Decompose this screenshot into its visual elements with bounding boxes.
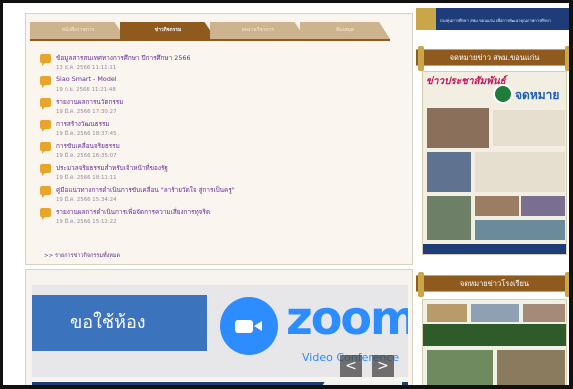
tab-activities[interactable]: ข่าวกิจกรรม bbox=[120, 22, 216, 39]
school-photo bbox=[427, 304, 467, 322]
school-newsletter-header: จดหมายข่าวโรงเรียน bbox=[416, 272, 569, 297]
chat-bubble-icon bbox=[40, 76, 51, 88]
top-banner-emblem-icon bbox=[416, 8, 436, 30]
newsletter-footer bbox=[423, 244, 566, 254]
room-request-text: ขอใช้ห้อง bbox=[70, 312, 146, 333]
all-activities-link[interactable]: >> รายการข่าวกิจกรรมทั้งหมด bbox=[44, 252, 120, 260]
tab-library[interactable]: ห้องสมุด bbox=[300, 22, 390, 39]
page-frame: หนังสือราชการ ข่าวกิจกรรม ผลงานวิชาการ ห… bbox=[0, 0, 573, 389]
news-title[interactable]: การสร้างวัฒนธรรม bbox=[56, 119, 110, 129]
list-item[interactable]: รายงานผลการนวัตกรรม 19 มี.ค. 2566 17:30:… bbox=[40, 98, 380, 120]
newsletter-header: จดหมายข่าว สพม.ขอนแก่น bbox=[416, 46, 569, 71]
chat-bubble-icon bbox=[40, 186, 51, 198]
tab-academic[interactable]: ผลงานวิชาการ bbox=[210, 22, 306, 39]
school-photo bbox=[523, 304, 565, 322]
newsletter-image[interactable]: ข่าวประชาสัมพันธ์ จดหมาย bbox=[422, 71, 567, 255]
news-date: 19 มี.ค. 2566 18:37:45 bbox=[56, 131, 117, 137]
chat-bubble-icon bbox=[40, 164, 51, 176]
ornament-right-icon bbox=[565, 272, 569, 297]
news-date: 13 ธ.ค. 2566 11:11:11 bbox=[56, 65, 117, 71]
news-date: 19 มี.ค. 2566 15:34:24 bbox=[56, 197, 117, 203]
chat-bubble-icon bbox=[40, 54, 51, 66]
list-item[interactable]: การสร้างวัฒนธรรม 19 มี.ค. 2566 18:37:45 bbox=[40, 120, 380, 142]
school-photo bbox=[497, 350, 565, 385]
news-date: 19 ก.ย. 2566 11:21:48 bbox=[56, 87, 116, 93]
list-item[interactable]: รายงานผลการดำเนินการเพื่อจัดการความเสี่ย… bbox=[40, 208, 380, 230]
office-logo-icon bbox=[493, 84, 513, 104]
newsletter-photo bbox=[427, 196, 471, 240]
sidebar: กองทุนการศึกษา สพม.ขอนแก่น เพื่อการพัฒนา… bbox=[416, 3, 569, 385]
list-item[interactable]: ประมวลจริยธรรมสำหรับเจ้าหน้าที่ของรัฐ 19… bbox=[40, 164, 380, 186]
school-newsletter-header-text: จดหมายข่าวโรงเรียน bbox=[459, 279, 530, 288]
news-title[interactable]: การขับเคลื่อนจริยธรรม bbox=[56, 141, 120, 151]
newsletter-photo bbox=[475, 220, 565, 240]
top-banner-text: กองทุนการศึกษา สพม.ขอนแก่น เพื่อการพัฒนา… bbox=[440, 18, 551, 23]
chat-bubble-icon bbox=[40, 120, 51, 132]
tab-documents[interactable]: หนังสือราชการ bbox=[30, 22, 126, 39]
newsletter-title: ข่าวประชาสัมพันธ์ bbox=[426, 76, 506, 87]
main-column: หนังสือราชการ ข่าวกิจกรรม ผลงานวิชาการ ห… bbox=[25, 13, 413, 385]
news-title[interactable]: รายงานผลการดำเนินการเพื่อจัดการความเสี่ย… bbox=[56, 207, 210, 217]
news-date: 19 มี.ค. 2566 17:30:27 bbox=[56, 109, 117, 115]
news-title[interactable]: รายงานผลการนวัตกรรม bbox=[56, 97, 123, 107]
news-date: 19 มี.ค. 2566 15:12:22 bbox=[56, 219, 117, 225]
school-photo bbox=[427, 350, 493, 385]
carousel-prev-button[interactable]: < bbox=[340, 355, 362, 377]
zoom-banner[interactable]: ขอใช้ห้อง zoom Video Conference < > bbox=[32, 285, 408, 377]
list-item[interactable]: การขับเคลื่อนจริยธรรม 19 มี.ค. 2566 16:3… bbox=[40, 142, 380, 164]
video-camera-lens-icon bbox=[254, 321, 262, 331]
news-tabs: หนังสือราชการ ข่าวกิจกรรม ผลงานวิชาการ ห… bbox=[30, 22, 390, 39]
banner-panel: ขอใช้ห้อง zoom Video Conference < > bbox=[25, 269, 413, 385]
newsletter-header-text: จดหมายข่าว สพม.ขอนแก่น bbox=[449, 53, 540, 62]
news-panel: หนังสือราชการ ข่าวกิจกรรม ผลงานวิชาการ ห… bbox=[25, 13, 413, 265]
school-newsletter-band bbox=[423, 324, 566, 346]
chat-bubble-icon bbox=[40, 98, 51, 110]
news-title[interactable]: คู่มือแนวทางการดำเนินการขับเคลื่อน "ลาร้… bbox=[56, 185, 235, 195]
list-item[interactable]: ข้อมูลสารสนเทศทางการศึกษา ปีการศึกษา 256… bbox=[40, 54, 380, 76]
list-item[interactable]: Siao Smart - Model 19 ก.ย. 2566 11:21:48 bbox=[40, 75, 380, 98]
zoom-wordmark: zoom bbox=[286, 291, 408, 345]
chat-bubble-icon bbox=[40, 208, 51, 220]
chat-bubble-icon bbox=[40, 142, 51, 154]
newsletter-photo bbox=[521, 196, 565, 216]
carousel-next-button[interactable]: > bbox=[372, 355, 394, 377]
newsletter-photo bbox=[475, 196, 519, 216]
newsletter-brand: จดหมาย bbox=[515, 88, 560, 102]
newsletter-text-block bbox=[493, 110, 565, 146]
newsletter-text-block bbox=[475, 152, 565, 192]
school-newsletter-image[interactable] bbox=[422, 299, 567, 385]
video-camera-icon bbox=[235, 320, 253, 333]
list-item[interactable]: คู่มือแนวทางการดำเนินการขับเคลื่อน "ลาร้… bbox=[40, 186, 380, 208]
news-date: 19 มี.ค. 2566 18:11:11 bbox=[56, 175, 117, 181]
news-title[interactable]: ข้อมูลสารสนเทศทางการศึกษา ปีการศึกษา 256… bbox=[56, 53, 191, 63]
news-title[interactable]: Siao Smart - Model bbox=[56, 75, 117, 83]
newsletter-photo bbox=[427, 152, 471, 192]
news-date: 19 มี.ค. 2566 16:35:07 bbox=[56, 153, 117, 159]
ornament-right-icon bbox=[565, 46, 569, 71]
news-title[interactable]: ประมวลจริยธรรมสำหรับเจ้าหน้าที่ของรัฐ bbox=[56, 163, 168, 173]
secondary-banner-shape bbox=[316, 382, 402, 385]
newsletter-photo bbox=[427, 108, 489, 148]
school-photo bbox=[471, 304, 519, 322]
tab-underline bbox=[30, 39, 390, 41]
